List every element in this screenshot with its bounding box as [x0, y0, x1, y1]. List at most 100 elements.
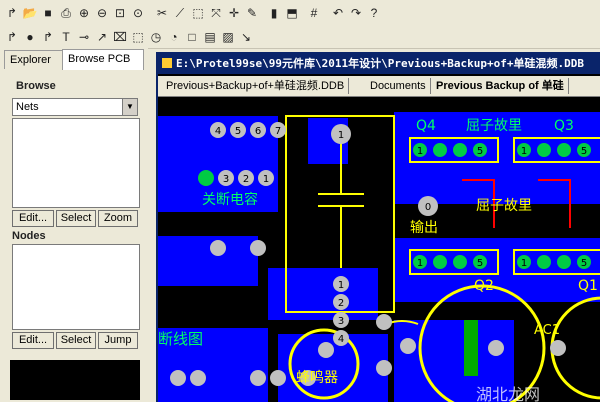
zoom-fit-icon[interactable]: ⊡ — [112, 5, 128, 21]
document-tabs: Previous+Backup+of+单硅混频.DDB Documents Pr… — [158, 76, 600, 97]
q4-label: Q4 — [416, 118, 436, 134]
copper-region — [278, 334, 388, 402]
pad — [170, 370, 186, 386]
move-icon[interactable]: ⤧ — [208, 5, 224, 21]
placement-tool-icon[interactable]: ⌧ — [112, 29, 128, 45]
pad-number: 4 — [338, 334, 344, 345]
nodes-jump-button[interactable]: Jump — [98, 332, 138, 349]
browse-zoom-button[interactable]: Zoom — [98, 210, 138, 227]
nodes-title: Nodes — [12, 230, 46, 242]
cross-icon[interactable]: ✛ — [226, 5, 242, 21]
main-toolbar: ↱ 📂 ■ ⎙ ⊕ ⊖ ⊡ ⊙ ✂ ⟋ ⬚ ⤧ ✛ ✎ ▮ ⬒ # ↶ ↷? — [0, 0, 600, 27]
mini-viewer[interactable] — [10, 360, 140, 400]
placement-tool-icon[interactable]: T — [58, 29, 74, 45]
window-title: E:\Protel99se\99元件库\2011年设计\Previous+Bac… — [176, 57, 585, 70]
nodes-edit-button[interactable]: Edit... — [12, 332, 54, 349]
pcb-canvas[interactable]: 1 5 1 5 1 5 1 5 4 5 6 7 3 2 1 1 1 2 3 4 0 Q4 Q3 屈子故里 屈子故里 关… — [158, 98, 600, 402]
browse-edit-button[interactable]: Edit... — [12, 210, 54, 227]
placement-tool-icon[interactable]: □ — [184, 29, 200, 45]
redo-icon[interactable]: ↷ — [348, 5, 364, 21]
placement-tool-icon[interactable]: ▨ — [220, 29, 236, 45]
zoom-area-icon[interactable]: ⊙ — [130, 5, 146, 21]
chevron-down-icon[interactable]: ▼ — [122, 99, 137, 115]
pad-number: 1 — [417, 146, 423, 157]
doc-tab-pcb[interactable]: Previous Backup of 单硅 — [432, 78, 569, 94]
help-icon[interactable]: ? — [366, 5, 382, 21]
pad-number: 5 — [581, 146, 587, 157]
zoom-in-icon[interactable]: ⊕ — [76, 5, 92, 21]
pad-number: 1 — [417, 258, 423, 269]
window-titlebar[interactable]: E:\Protel99se\99元件库\2011年设计\Previous+Bac… — [158, 54, 600, 74]
rules-icon[interactable]: ▮ — [266, 5, 282, 21]
pad — [550, 340, 566, 356]
pad — [250, 370, 266, 386]
placement-tool-icon[interactable]: ◷ — [148, 29, 164, 45]
pad — [210, 240, 226, 256]
grid-icon[interactable]: # — [306, 5, 322, 21]
doc-tab-ddb[interactable]: Previous+Backup+of+单硅混频.DDB — [162, 78, 350, 94]
pad — [488, 340, 504, 356]
transistor-pad — [433, 255, 447, 269]
pad — [198, 170, 214, 186]
copper-region — [158, 236, 258, 286]
placement-tool-icon[interactable]: ↱ — [40, 29, 56, 45]
save-icon[interactable]: ■ — [40, 5, 56, 21]
nodes-list[interactable] — [12, 244, 140, 330]
browse-title: Browse — [16, 80, 56, 92]
placement-tool-icon[interactable]: ↗ — [94, 29, 110, 45]
transistor-pad — [453, 143, 467, 157]
ddb-file-icon — [162, 58, 172, 68]
zoom-out-icon[interactable]: ⊖ — [94, 5, 110, 21]
pad-number: 2 — [243, 174, 249, 185]
browse-select-button[interactable]: Select — [56, 210, 96, 227]
placement-tool-icon[interactable]: ▤ — [202, 29, 218, 45]
pad-number: 1 — [338, 130, 344, 141]
pad — [190, 370, 206, 386]
side-panel: Explorer Browse PCB Browse Nets ▼ Edit..… — [0, 48, 148, 400]
undo-icon[interactable]: ↶ — [330, 5, 346, 21]
browse-select-value: Nets — [16, 101, 39, 113]
pad — [270, 370, 286, 386]
capacitor-band — [464, 320, 478, 376]
cut-icon[interactable]: ✂ — [154, 5, 170, 21]
transistor-pad — [537, 143, 551, 157]
browse-list[interactable] — [12, 118, 140, 208]
print-icon[interactable]: ⎙ — [58, 5, 74, 21]
pad — [400, 338, 416, 354]
shutdown-cap-label: 关断电容 — [202, 191, 258, 208]
buzzer-label: 蜂鸣器 — [296, 369, 338, 386]
open-icon[interactable]: 📂 — [22, 5, 38, 21]
breakline-label: 断线图 — [158, 330, 203, 348]
pad-number: 1 — [338, 280, 344, 291]
pad-number: 5 — [235, 126, 241, 137]
select-area-icon[interactable]: ⬚ — [190, 5, 206, 21]
pencil-icon[interactable]: ✎ — [244, 5, 260, 21]
pad-number: 7 — [275, 126, 281, 137]
transistor-pad — [453, 255, 467, 269]
placement-tool-icon[interactable]: ● — [22, 29, 38, 45]
doc-tab-documents[interactable]: Documents — [366, 78, 431, 94]
transistor-pad — [557, 143, 571, 157]
ac1-label: AC1 — [534, 323, 560, 338]
browse-select[interactable]: Nets ▼ — [12, 98, 138, 116]
pad-number: 1 — [521, 258, 527, 269]
pad-number: 1 — [263, 174, 269, 185]
line-icon[interactable]: ⟋ — [172, 5, 188, 21]
tab-browse-pcb[interactable]: Browse PCB — [62, 49, 144, 70]
pad-number: 2 — [338, 298, 344, 309]
q3-label: Q3 — [554, 118, 574, 134]
placement-tool-icon[interactable]: ↱ — [4, 29, 20, 45]
tab-explorer[interactable]: Explorer — [4, 50, 68, 69]
q2-label: Q2 — [474, 278, 494, 294]
document-window: E:\Protel99se\99元件库\2011年设计\Previous+Bac… — [156, 52, 600, 402]
placement-tool-icon[interactable]: ↘ — [238, 29, 254, 45]
watermark-label: 湖北龙网 — [476, 385, 540, 402]
wire-icon[interactable]: ↱ — [4, 5, 20, 21]
placement-tool-icon[interactable]: ◔ — [166, 29, 182, 45]
placement-tool-icon[interactable]: ⊸ — [76, 29, 92, 45]
placement-toolbar: ↱ ● ↱ T ⊸ ↗ ⌧ ⬚ ◷ ◔ □ ▤ ▨ ↘ — [0, 26, 600, 49]
output-label: 输出 — [410, 220, 438, 236]
placement-tool-icon[interactable]: ⬚ — [130, 29, 146, 45]
nodes-select-button[interactable]: Select — [56, 332, 96, 349]
component-icon[interactable]: ⬒ — [284, 5, 300, 21]
